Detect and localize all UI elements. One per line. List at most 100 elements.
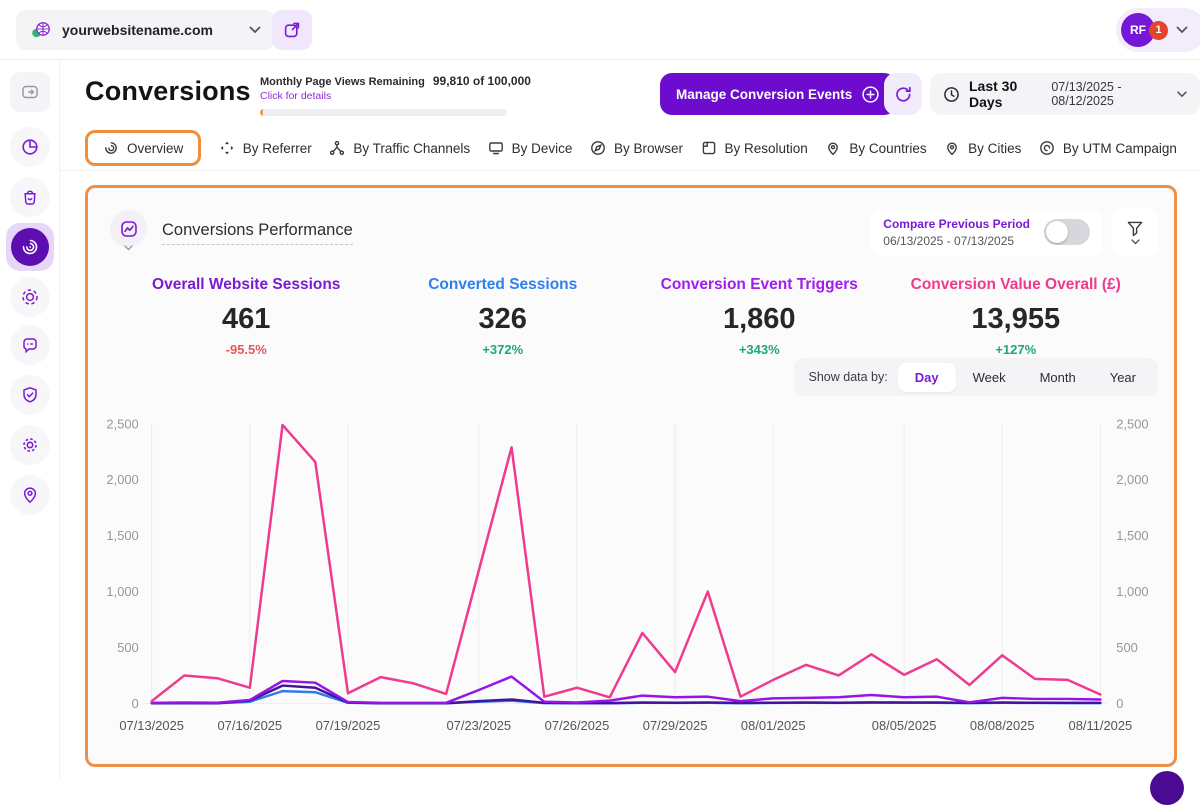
sidebar-item-conversions[interactable]: [6, 223, 54, 271]
tab-label: By Referrer: [243, 141, 312, 156]
tab-by-traffic-channels[interactable]: By Traffic Channels: [329, 132, 470, 164]
metric-conversion-event-triggers: Conversion Event Triggers 1,860 +343%: [631, 276, 888, 357]
show-data-by-label: Show data by:: [799, 370, 898, 384]
clock-icon: [943, 86, 960, 103]
open-website-button[interactable]: [272, 10, 312, 50]
period-week-button[interactable]: Week: [956, 363, 1023, 392]
page-title: Conversions: [85, 76, 251, 107]
tab-by-device[interactable]: By Device: [488, 132, 573, 164]
manage-conversion-events-button[interactable]: Manage Conversion Events: [660, 73, 896, 115]
compare-range: 06/13/2025 - 07/13/2025: [883, 234, 1030, 248]
chart-svg: 07/13/202507/16/202507/19/202507/23/2025…: [94, 408, 1168, 750]
tab-by-cities[interactable]: By Cities: [944, 132, 1021, 164]
sidebar-item-dashboard[interactable]: [10, 127, 50, 167]
period-year-button[interactable]: Year: [1093, 363, 1153, 392]
website-name: yourwebsitename.com: [62, 22, 213, 38]
tab-by-utm-campaign[interactable]: By UTM Campaign: [1039, 132, 1177, 164]
svg-text:07/13/2025: 07/13/2025: [119, 718, 184, 733]
plus-circle-icon: [861, 85, 880, 104]
sidebar-item-settings[interactable]: [10, 425, 50, 465]
metric-conversion-value-overall: Conversion Value Overall (£) 13,955 +127…: [888, 276, 1145, 357]
svg-text:08/01/2025: 08/01/2025: [741, 718, 806, 733]
pie-chart-icon: [20, 137, 40, 157]
report-tabs: Overview By Referrer By Traffic Channels…: [85, 126, 1177, 170]
filter-button[interactable]: [1112, 208, 1158, 256]
metrics-row: Overall Website Sessions 461 -95.5% Conv…: [118, 276, 1144, 357]
tab-by-countries[interactable]: By Countries: [825, 132, 926, 164]
referrer-icon: [219, 140, 235, 156]
pageviews-details-link[interactable]: Click for details: [260, 90, 510, 102]
metric-delta: +372%: [375, 342, 632, 357]
svg-text:1,500: 1,500: [106, 528, 138, 543]
line-chart-icon: [119, 219, 139, 239]
resolution-icon: [701, 140, 717, 156]
compare-toggle[interactable]: [1044, 219, 1090, 245]
traffic-channels-icon: [329, 140, 345, 156]
chart-type-button[interactable]: [110, 210, 148, 256]
period-day-button[interactable]: Day: [898, 363, 956, 392]
location-pin-icon: [20, 485, 40, 505]
tab-label: By UTM Campaign: [1063, 141, 1177, 156]
account-menu[interactable]: RF 1: [1116, 8, 1200, 52]
conversions-icon: [11, 228, 49, 266]
pageviews-quota: Monthly Page Views Remaining 99,810 of 1…: [260, 74, 510, 116]
shield-check-icon: [20, 385, 40, 405]
topbar: yourwebsitename.com RF 1: [0, 0, 1200, 60]
camera-lens-icon: [20, 287, 40, 307]
sidebar-item-ecommerce[interactable]: [10, 177, 50, 217]
svg-text:500: 500: [1116, 640, 1138, 655]
help-bubble[interactable]: [1150, 771, 1184, 805]
svg-text:07/19/2025: 07/19/2025: [316, 718, 381, 733]
notification-badge: 1: [1149, 21, 1168, 40]
chevron-down-icon: [1176, 21, 1188, 39]
pageviews-progressbar: [260, 109, 507, 116]
compare-previous-period-card: Compare Previous Period 06/13/2025 - 07/…: [871, 209, 1102, 256]
pageviews-progress-fill: [260, 109, 263, 116]
panel-title: Conversions Performance: [162, 221, 353, 245]
tab-by-resolution[interactable]: By Resolution: [701, 132, 808, 164]
date-range-selector[interactable]: Last 30 Days 07/13/2025 - 08/12/2025: [930, 73, 1200, 115]
svg-text:2,000: 2,000: [106, 472, 138, 487]
svg-text:08/11/2025: 08/11/2025: [1069, 718, 1133, 733]
tab-by-referrer[interactable]: By Referrer: [219, 132, 312, 164]
metric-overall-website-sessions: Overall Website Sessions 461 -95.5%: [118, 276, 375, 357]
refresh-button[interactable]: [884, 73, 922, 115]
sidebar-item-feedback[interactable]: [10, 325, 50, 365]
overview-icon: [103, 140, 119, 156]
svg-text:07/29/2025: 07/29/2025: [643, 718, 708, 733]
utm-campaign-icon: [1039, 140, 1055, 156]
tab-label: Overview: [127, 141, 183, 156]
metric-delta: +127%: [888, 342, 1145, 357]
tab-overview[interactable]: Overview: [85, 130, 201, 166]
metric-label: Conversion Event Triggers: [631, 276, 888, 294]
sidebar-item-privacy[interactable]: [10, 375, 50, 415]
website-selector[interactable]: yourwebsitename.com: [16, 10, 275, 50]
panel-toggle-icon: [20, 82, 40, 102]
svg-text:500: 500: [117, 640, 139, 655]
metric-value: 461: [118, 303, 375, 336]
globe-icon: [30, 20, 52, 40]
metric-label: Converted Sessions: [375, 276, 632, 294]
svg-text:2,500: 2,500: [1116, 416, 1148, 431]
chevron-down-icon: [249, 26, 261, 34]
conversions-performance-panel: Conversions Performance Compare Previous…: [85, 185, 1177, 767]
compare-label: Compare Previous Period: [883, 217, 1030, 231]
sidebar-item-session-recordings[interactable]: [10, 277, 50, 317]
svg-text:0: 0: [1116, 696, 1123, 711]
period-month-button[interactable]: Month: [1023, 363, 1093, 392]
svg-text:1,000: 1,000: [106, 584, 138, 599]
funnel-icon: [1125, 220, 1145, 238]
metric-label: Conversion Value Overall (£): [888, 276, 1145, 294]
date-range-dates: 07/13/2025 - 08/12/2025: [1051, 80, 1168, 108]
svg-text:07/26/2025: 07/26/2025: [545, 718, 610, 733]
svg-text:07/16/2025: 07/16/2025: [218, 718, 283, 733]
sidebar-item-visitor-location[interactable]: [10, 475, 50, 515]
refresh-icon: [894, 85, 913, 104]
metric-value: 13,955: [888, 303, 1145, 336]
tab-label: By Browser: [614, 141, 683, 156]
sidebar-item-panel-toggle[interactable]: [10, 72, 50, 112]
metric-delta: +343%: [631, 342, 888, 357]
external-link-icon: [283, 21, 301, 39]
manage-button-label: Manage Conversion Events: [676, 87, 852, 102]
tab-by-browser[interactable]: By Browser: [590, 132, 683, 164]
